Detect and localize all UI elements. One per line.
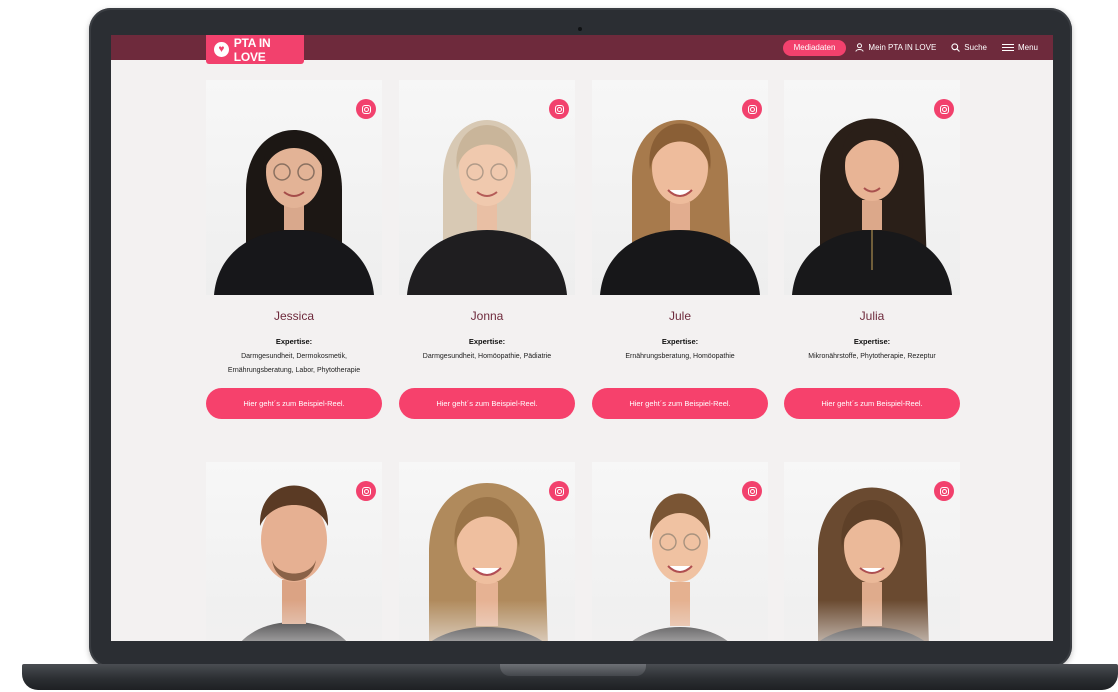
- browser-screen: ♥ PTA IN LOVE Mediadaten Mein PTA IN LOV…: [111, 35, 1053, 641]
- logo-text: PTA IN LOVE: [233, 35, 271, 64]
- laptop-camera: [578, 27, 582, 31]
- person-name: Jessica: [273, 309, 314, 323]
- portrait-photo: [206, 80, 382, 295]
- menu-button[interactable]: Menu: [1001, 43, 1038, 52]
- user-icon: [855, 43, 865, 52]
- reel-button[interactable]: Hier geht´s zum Beispiel-Reel.: [784, 388, 960, 419]
- instagram-icon[interactable]: [356, 481, 376, 501]
- portrait-photo: [399, 462, 575, 641]
- expertise-label: Expertise:: [853, 337, 891, 346]
- expertise-text: Darmgesundheit, Dermokosmetik, Ernährung…: [227, 353, 361, 374]
- portrait-photo: [206, 462, 382, 641]
- account-link[interactable]: Mein PTA IN LOVE: [855, 43, 936, 52]
- reel-button[interactable]: Hier geht´s zum Beispiel-Reel.: [399, 388, 575, 419]
- portrait-photo: [784, 80, 960, 295]
- expertise-label: Expertise:: [661, 337, 699, 346]
- instagram-icon[interactable]: [742, 99, 762, 119]
- instagram-icon[interactable]: [356, 99, 376, 119]
- reel-button[interactable]: Hier geht´s zum Beispiel-Reel.: [592, 388, 768, 419]
- expertise-label: Expertise:: [275, 337, 313, 346]
- mediadaten-button[interactable]: Mediadaten: [782, 39, 847, 56]
- expertise-label: Expertise:: [468, 337, 506, 346]
- person-name: Jule: [668, 309, 691, 323]
- instagram-icon[interactable]: [549, 481, 569, 501]
- portrait-photo: [592, 80, 768, 295]
- portrait-photo: [784, 462, 960, 641]
- instagram-icon[interactable]: [934, 481, 954, 501]
- site-logo[interactable]: ♥ PTA IN LOVE: [206, 35, 304, 64]
- search-label: Suche: [964, 43, 987, 52]
- expertise-text: Ernährungsberatung, Homöopathie: [625, 353, 735, 360]
- search-link[interactable]: Suche: [951, 43, 987, 52]
- main-nav: Mediadaten Mein PTA IN LOVE Suche Menu: [782, 35, 1053, 60]
- account-label: Mein PTA IN LOVE: [868, 43, 937, 52]
- search-icon: [951, 43, 961, 52]
- reel-button[interactable]: Hier geht´s zum Beispiel-Reel.: [206, 388, 382, 419]
- person-name: Julia: [859, 309, 885, 323]
- instagram-icon[interactable]: [934, 99, 954, 119]
- expertise-text: Mikronährstoffe, Phytotherapie, Rezeptur: [808, 353, 936, 360]
- menu-icon: [1001, 43, 1014, 52]
- portrait-photo: [592, 462, 768, 641]
- portrait-photo: [399, 80, 575, 295]
- menu-label: Menu: [1017, 43, 1038, 52]
- expertise-text: Darmgesundheit, Homöopathie, Pädiatrie: [422, 353, 552, 360]
- person-name: Jonna: [470, 309, 504, 323]
- heart-icon: ♥: [214, 42, 229, 57]
- laptop-notch: [500, 664, 646, 676]
- instagram-icon[interactable]: [549, 99, 569, 119]
- instagram-icon[interactable]: [742, 481, 762, 501]
- site-header: ♥ PTA IN LOVE Mediadaten Mein PTA IN LOV…: [111, 35, 1053, 64]
